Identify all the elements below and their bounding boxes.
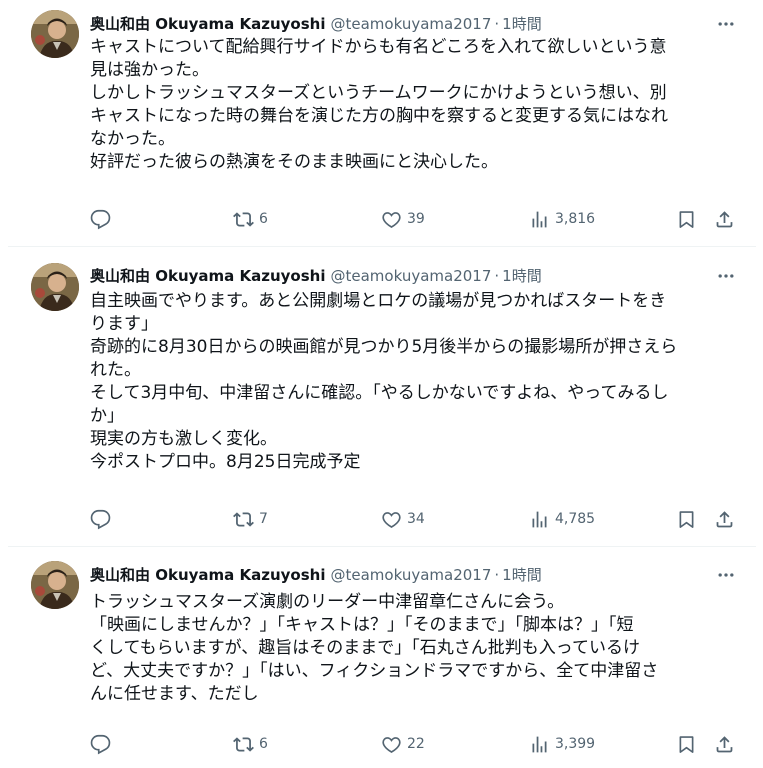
views-button[interactable]: 3,816: [529, 209, 595, 230]
analytics-icon: [532, 736, 547, 752]
views-count: 3,816: [555, 211, 596, 227]
action-bar: 6 22 3,399: [90, 730, 750, 758]
tweet-text: トラッシュマスターズ演劇のリーダー中津留章仁さんに会う。 「映画にしませんか？」…: [90, 592, 659, 704]
share-button[interactable]: [714, 734, 735, 755]
timestamp[interactable]: 1時間: [502, 565, 542, 585]
like-count: 39: [407, 211, 425, 227]
reply-button[interactable]: [90, 509, 111, 530]
author-handle[interactable]: @teamokuyama2017: [331, 565, 492, 585]
more-icon[interactable]: [712, 262, 740, 290]
author-name[interactable]: 奥山和由 Okuyama Kazuyoshi: [90, 565, 326, 585]
views-count: 4,785: [555, 511, 596, 527]
views-button[interactable]: 3,399: [529, 734, 595, 755]
heart-icon: [382, 736, 401, 753]
retweet-count: 6: [259, 211, 268, 227]
separator: ·: [494, 267, 500, 285]
share-icon: [716, 510, 733, 527]
avatar[interactable]: [31, 10, 79, 58]
tweet[interactable]: 奥山和由 Okuyama Kazuyoshi @teamokuyama2017 …: [8, 546, 756, 768]
analytics-icon: [532, 511, 547, 527]
like-count: 22: [407, 736, 425, 752]
author-handle[interactable]: @teamokuyama2017: [331, 266, 492, 286]
reply-icon: [90, 509, 111, 529]
like-count: 34: [407, 511, 425, 527]
retweet-button[interactable]: 7: [233, 509, 268, 530]
bookmark-icon: [679, 210, 694, 228]
reply-button[interactable]: [90, 734, 111, 755]
tweet-header: 奥山和由 Okuyama Kazuyoshi @teamokuyama2017 …: [90, 12, 740, 36]
author-handle[interactable]: @teamokuyama2017: [331, 14, 492, 34]
reply-button[interactable]: [90, 209, 111, 230]
views-count: 3,399: [555, 736, 596, 752]
timestamp[interactable]: 1時間: [502, 14, 542, 34]
like-button[interactable]: 39: [381, 209, 425, 230]
retweet-count: 7: [259, 511, 268, 527]
author-name[interactable]: 奥山和由 Okuyama Kazuyoshi: [90, 266, 326, 286]
bookmark-button[interactable]: [676, 734, 697, 755]
more-icon[interactable]: [712, 10, 740, 38]
share-icon: [716, 735, 733, 752]
share-icon: [716, 210, 733, 227]
like-button[interactable]: 22: [381, 734, 425, 755]
like-button[interactable]: 34: [381, 509, 425, 530]
reply-icon: [90, 209, 111, 229]
reply-icon: [90, 734, 111, 754]
action-bar: 7 34 4,785: [90, 505, 750, 533]
retweet-icon: [233, 511, 254, 527]
bookmark-icon: [679, 735, 694, 753]
avatar[interactable]: [31, 263, 79, 311]
bookmark-button[interactable]: [676, 209, 697, 230]
tweet[interactable]: 奥山和由 Okuyama Kazuyoshi @teamokuyama2017 …: [8, 0, 756, 246]
analytics-icon: [532, 211, 547, 227]
heart-icon: [382, 511, 401, 528]
retweet-button[interactable]: 6: [233, 734, 268, 755]
more-icon[interactable]: [712, 561, 740, 589]
share-button[interactable]: [714, 209, 735, 230]
separator: ·: [494, 15, 500, 33]
tweet-text: キャストについて配給興行サイドからも有名どころを入れて欲しいという意 見は強かっ…: [90, 37, 668, 172]
action-bar: 6 39 3,816: [90, 205, 750, 233]
tweet-header: 奥山和由 Okuyama Kazuyoshi @teamokuyama2017 …: [90, 563, 740, 587]
separator: ·: [494, 566, 500, 584]
author-name[interactable]: 奥山和由 Okuyama Kazuyoshi: [90, 14, 326, 34]
tweet-text: 自主映画でやります。あと公開劇場とロケの議場が見つかればスタートをき ります」 …: [90, 291, 678, 472]
retweet-icon: [233, 211, 254, 227]
bookmark-icon: [679, 510, 694, 528]
views-button[interactable]: 4,785: [529, 509, 595, 530]
heart-icon: [382, 211, 401, 228]
avatar[interactable]: [31, 561, 79, 609]
retweet-count: 6: [259, 736, 268, 752]
retweet-icon: [233, 736, 254, 752]
share-button[interactable]: [714, 509, 735, 530]
timeline: 奥山和由 Okuyama Kazuyoshi @teamokuyama2017 …: [0, 0, 763, 768]
bookmark-button[interactable]: [676, 509, 697, 530]
retweet-button[interactable]: 6: [233, 209, 268, 230]
timestamp[interactable]: 1時間: [502, 266, 542, 286]
tweet[interactable]: 奥山和由 Okuyama Kazuyoshi @teamokuyama2017 …: [8, 246, 756, 546]
tweet-header: 奥山和由 Okuyama Kazuyoshi @teamokuyama2017 …: [90, 264, 740, 288]
